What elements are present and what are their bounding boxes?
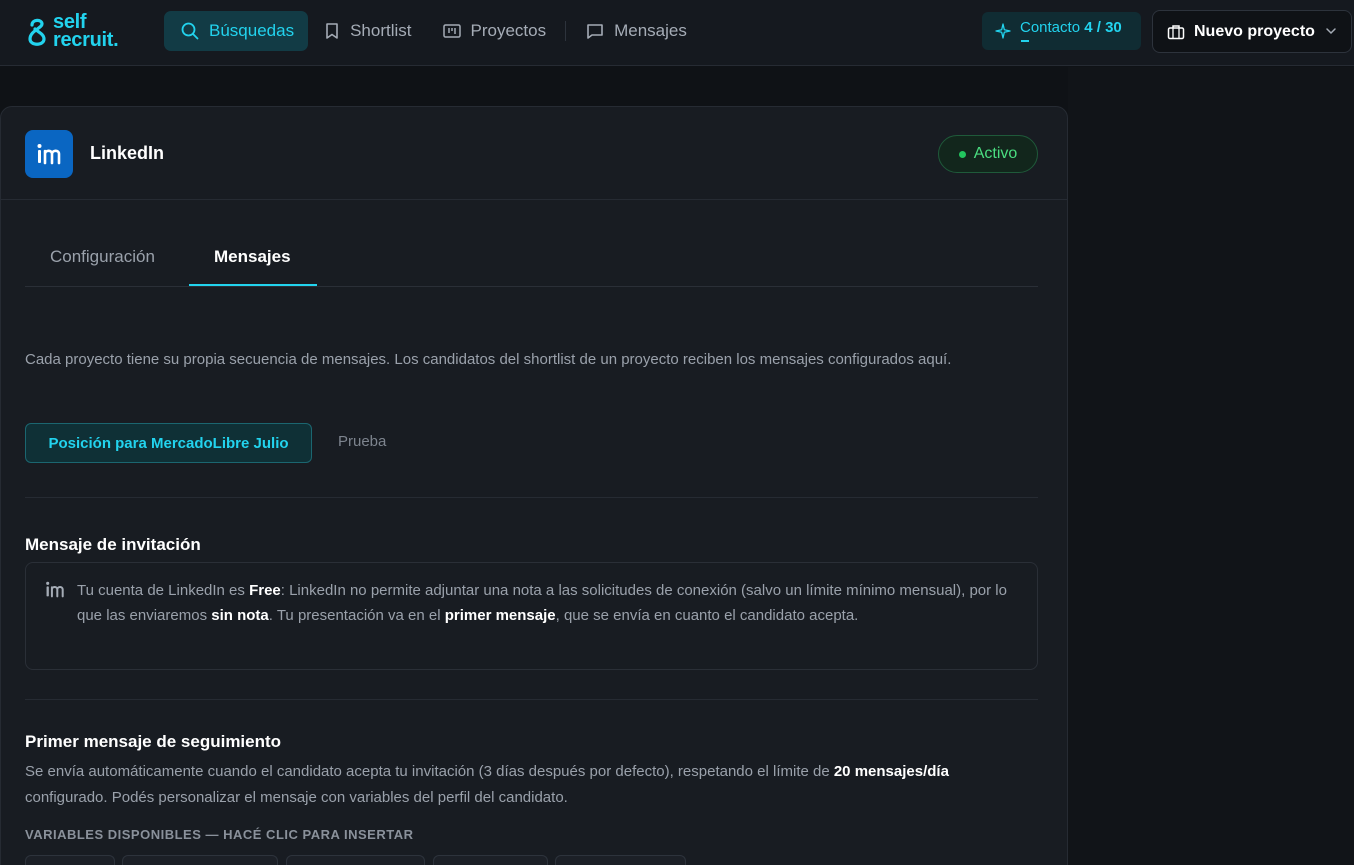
project-selector[interactable]: Nuevo proyecto [1152, 10, 1352, 53]
invitation-title: Mensaje de invitación [25, 535, 201, 554]
contact-quota-text: Contacto 4 / 30 [1020, 19, 1122, 36]
notice-text-4: , que se envía en cuanto el candidato ac… [555, 607, 859, 624]
tab-bar: Configuración Mensajes [25, 233, 1038, 287]
linkedin-free-notice: Tu cuenta de LinkedIn es Free: LinkedIn … [25, 562, 1038, 670]
kanban-icon [442, 24, 461, 38]
tab-configuracion[interactable]: Configuración [50, 247, 155, 267]
variable-chip[interactable] [433, 855, 548, 865]
followup-desc-2: configurado. Podés personalizar el mensa… [25, 789, 568, 806]
variable-chip[interactable] [122, 855, 278, 865]
intro-text: Cada proyecto tiene su propia secuencia … [25, 351, 952, 368]
app-logo[interactable]: self recruit. [26, 12, 138, 53]
followup-description: Se envía automáticamente cuando el candi… [25, 759, 1025, 811]
nav-item-busquedas[interactable]: Búsquedas [164, 11, 309, 51]
contact-quota[interactable]: Contacto 4 / 30 [982, 12, 1141, 50]
followup-desc-1: Se envía automáticamente cuando el candi… [25, 763, 834, 780]
notice-first-message: primer mensaje [444, 607, 556, 624]
variable-chip[interactable] [25, 855, 115, 865]
notice-text-1: Tu cuenta de LinkedIn es [77, 582, 250, 599]
nav-label-busquedas: Búsquedas [209, 21, 295, 40]
logo-line-2: recruit. [53, 29, 119, 51]
card-header: LinkedIn Activo [1, 107, 1067, 200]
tab-mensajes[interactable]: Mensajes [214, 247, 291, 267]
bookmark-icon [326, 23, 338, 39]
search-icon [181, 22, 199, 40]
nav-separator [565, 21, 567, 41]
followup-title: Primer mensaje de seguimiento [25, 732, 282, 751]
section-divider [25, 497, 1038, 498]
integration-name: LinkedIn [90, 143, 165, 163]
status-dot-icon [958, 150, 966, 158]
variable-chip[interactable] [286, 855, 425, 865]
notice-no-note: sin nota [211, 607, 269, 624]
notice-text-3: . Tu presentación va en el [268, 607, 445, 624]
contact-count: 4 / 30 [1084, 18, 1122, 36]
project-selector-label: Nuevo proyecto [1194, 22, 1315, 40]
nav-item-proyectos[interactable]: Proyectos [427, 11, 562, 51]
chevron-down-icon [1326, 28, 1336, 35]
briefcase-icon [1167, 24, 1185, 39]
status-label: Activo [973, 145, 1018, 162]
variable-chip[interactable] [555, 855, 686, 865]
main-nav: Búsquedas Shortlist Proyectos Mensajes [164, 11, 702, 51]
top-bar: self recruit. Búsquedas Shortlist Proyec… [0, 0, 1354, 66]
contact-progress-bar [1021, 40, 1029, 42]
active-tab-indicator [189, 284, 317, 286]
nav-item-mensajes[interactable]: Mensajes [570, 11, 702, 51]
section-divider [25, 699, 1038, 700]
status-badge: Activo [938, 135, 1038, 173]
notice-plan: Free [249, 582, 281, 599]
linkedin-icon [46, 581, 64, 598]
project-tab-mercadolibre[interactable]: Posición para MercadoLibre Julio [25, 423, 312, 463]
linkedin-logo-icon [25, 130, 73, 178]
nav-label-proyectos: Proyectos [470, 21, 547, 40]
notice-text: Tu cuenta de LinkedIn es Free: LinkedIn … [77, 578, 1022, 628]
sparkle-icon [995, 23, 1011, 39]
contact-label: Contacto [1020, 18, 1081, 36]
right-panel-background [1068, 67, 1354, 865]
project-tab-prueba[interactable]: Prueba [338, 433, 386, 450]
followup-limit: 20 mensajes/día [833, 763, 949, 780]
variables-label: VARIABLES DISPONIBLES — HACÉ CLIC PARA I… [25, 827, 414, 842]
logo-icon [28, 18, 46, 46]
message-icon [587, 24, 603, 39]
variable-chips [25, 855, 725, 865]
nav-label-shortlist: Shortlist [350, 21, 412, 40]
nav-label-mensajes: Mensajes [614, 21, 687, 40]
integration-card: LinkedIn Activo Configuración Mensajes C… [0, 106, 1068, 865]
nav-item-shortlist[interactable]: Shortlist [308, 11, 426, 51]
logo-text: self recruit. [53, 12, 119, 51]
